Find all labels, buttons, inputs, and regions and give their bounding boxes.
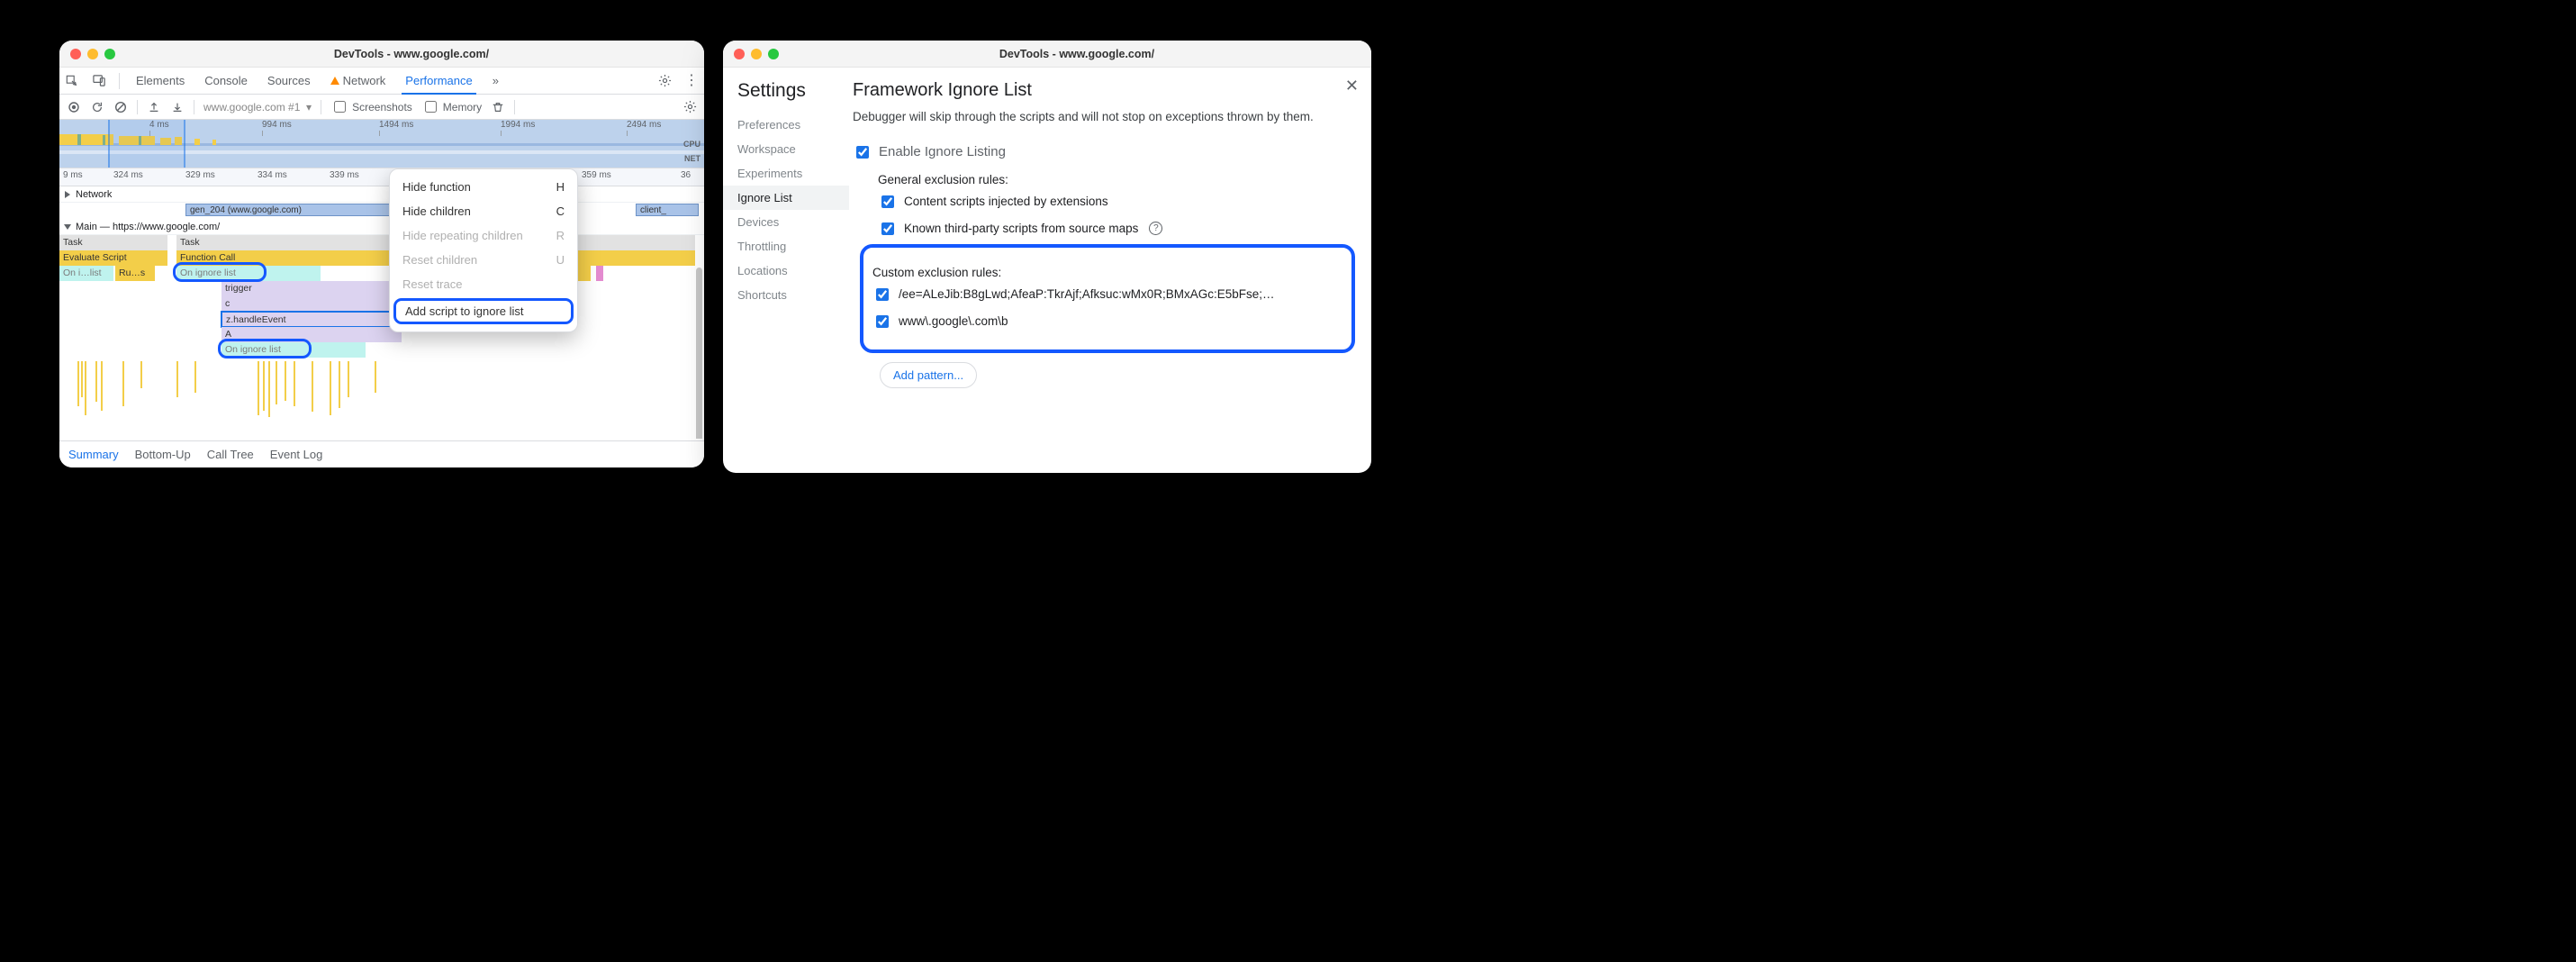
tabs-overflow[interactable]: »: [489, 68, 502, 94]
tab-elements[interactable]: Elements: [132, 68, 188, 94]
help-icon[interactable]: ?: [1149, 222, 1162, 235]
sidebar-item-locations[interactable]: Locations: [737, 259, 849, 283]
zoom-icon[interactable]: [104, 49, 115, 59]
sidebar-item-shortcuts[interactable]: Shortcuts: [737, 283, 849, 307]
settings-heading: Settings: [737, 80, 849, 102]
tab-network[interactable]: Network: [327, 68, 390, 94]
device-icon[interactable]: [92, 74, 106, 88]
network-request-bar[interactable]: gen_204 (www.google.com): [185, 204, 402, 216]
tab-performance[interactable]: Performance: [402, 68, 475, 95]
recording-select[interactable]: www.google.com #1 ▾: [203, 101, 312, 113]
ctx-hide-children[interactable]: Hide childrenC: [390, 199, 577, 223]
flame-a[interactable]: A: [221, 327, 402, 342]
overview-selection[interactable]: [108, 120, 185, 168]
time-ruler: 9 ms 324 ms 329 ms 334 ms 339 ms 359 ms …: [59, 168, 704, 186]
devtools-settings-window: DevTools - www.google.com/ Settings Pref…: [723, 41, 1371, 473]
context-menu: Hide functionH Hide childrenC Hide repea…: [389, 168, 578, 332]
sidebar-item-throttling[interactable]: Throttling: [737, 234, 849, 259]
net-label: NET: [684, 154, 700, 163]
minimize-icon[interactable]: [751, 49, 762, 59]
perf-toolbar: www.google.com #1 ▾ Screenshots Memory: [59, 95, 704, 120]
tab-sources[interactable]: Sources: [264, 68, 314, 94]
tab-event-log[interactable]: Event Log: [270, 448, 323, 461]
custom-rules-highlight: Custom exclusion rules: /ee=ALeJib:B8gLw…: [860, 244, 1355, 353]
enable-ignore-listing-checkbox[interactable]: Enable Ignore Listing: [853, 141, 1355, 164]
opt-content-scripts[interactable]: Content scripts injected by extensions: [878, 190, 1355, 213]
flame-ignore-list[interactable]: On ignore list: [221, 342, 366, 358]
general-rules-heading: General exclusion rules:: [878, 173, 1355, 186]
overview-tick: 2494 ms: [627, 120, 661, 130]
minimize-icon[interactable]: [87, 49, 98, 59]
opt-third-party-scripts[interactable]: Known third-party scripts from source ma…: [878, 217, 1355, 240]
flame-bar[interactable]: [578, 266, 591, 281]
sidebar-item-experiments[interactable]: Experiments: [737, 161, 849, 186]
overview-tick: 1994 ms: [501, 120, 535, 130]
record-icon[interactable]: [67, 100, 81, 114]
gear-icon[interactable]: [657, 74, 672, 88]
sidebar-item-preferences[interactable]: Preferences: [737, 113, 849, 137]
overview-tick: 1494 ms: [379, 120, 413, 130]
screenshots-checkbox[interactable]: Screenshots: [330, 98, 412, 115]
tab-call-tree[interactable]: Call Tree: [207, 448, 254, 461]
memory-checkbox[interactable]: Memory: [421, 98, 482, 115]
overview-minimap[interactable]: 4 ms 994 ms 1494 ms 1994 ms 2494 ms CPU …: [59, 120, 704, 168]
flame-bar[interactable]: [596, 266, 603, 281]
clear-icon[interactable]: [113, 100, 128, 114]
warning-icon: [330, 77, 339, 85]
panel-tabs: Elements Console Sources Network Perform…: [59, 68, 704, 95]
flame-ignore-list[interactable]: On i…list: [59, 266, 113, 281]
ctx-reset-trace: Reset trace: [390, 272, 577, 296]
overview-tick: 994 ms: [262, 120, 292, 130]
flame-task[interactable]: Task: [59, 235, 167, 250]
tab-bottom-up[interactable]: Bottom-Up: [135, 448, 191, 461]
page-title: Framework Ignore List: [853, 80, 1355, 101]
gc-icon[interactable]: [491, 100, 505, 114]
custom-rules-heading: Custom exclusion rules:: [872, 266, 1339, 279]
window-title: DevTools - www.google.com/: [793, 48, 1360, 60]
custom-rule-item[interactable]: www\.google\.com\b: [872, 310, 1339, 333]
kebab-icon[interactable]: ⋮: [684, 74, 699, 88]
capture-settings-gear-icon[interactable]: [682, 100, 697, 114]
tab-console[interactable]: Console: [201, 68, 251, 94]
settings-sidebar: Settings Preferences Workspace Experimen…: [723, 68, 849, 473]
window-title: DevTools - www.google.com/: [130, 48, 693, 60]
ctx-hide-function[interactable]: Hide functionH: [390, 175, 577, 199]
upload-icon[interactable]: [147, 100, 161, 114]
details-tabs: Summary Bottom-Up Call Tree Event Log: [59, 440, 704, 467]
close-icon[interactable]: [734, 49, 745, 59]
network-track-header[interactable]: Network: [59, 186, 704, 203]
ctx-reset-children: Reset childrenU: [390, 248, 577, 272]
settings-content: ✕ Framework Ignore List Debugger will sk…: [849, 68, 1371, 473]
flame-ignore-list[interactable]: On ignore list: [176, 266, 321, 281]
titlebar[interactable]: DevTools - www.google.com/: [59, 41, 704, 68]
reload-record-icon[interactable]: [90, 100, 104, 114]
titlebar[interactable]: DevTools - www.google.com/: [723, 41, 1371, 68]
custom-rule-item[interactable]: /ee=ALeJib:B8gLwd;AfeaP:TkrAjf;Afksuc:wM…: [872, 283, 1339, 306]
close-settings-icon[interactable]: ✕: [1345, 77, 1359, 95]
cpu-label: CPU: [683, 140, 700, 149]
flame-run[interactable]: Ru…s: [115, 266, 155, 281]
ctx-hide-repeating: Hide repeating childrenR: [390, 223, 577, 248]
ctx-add-to-ignore-list[interactable]: Add script to ignore list: [393, 298, 574, 324]
close-icon[interactable]: [70, 49, 81, 59]
page-description: Debugger will skip through the scripts a…: [853, 108, 1321, 126]
tab-summary[interactable]: Summary: [68, 448, 119, 461]
sidebar-item-devices[interactable]: Devices: [737, 210, 849, 234]
flame-chart[interactable]: 9 ms 324 ms 329 ms 334 ms 339 ms 359 ms …: [59, 168, 704, 439]
inspect-icon[interactable]: [65, 74, 79, 88]
network-request-bar[interactable]: client_: [636, 204, 699, 216]
flame-evaluate-script[interactable]: Evaluate Script: [59, 250, 167, 266]
sidebar-item-ignore-list[interactable]: Ignore List: [723, 186, 849, 210]
devtools-performance-window: DevTools - www.google.com/ Elements Cons…: [59, 41, 704, 467]
download-icon[interactable]: [170, 100, 185, 114]
sidebar-item-workspace[interactable]: Workspace: [737, 137, 849, 161]
scrollbar[interactable]: [696, 268, 702, 439]
add-pattern-button[interactable]: Add pattern...: [880, 362, 977, 388]
main-track-header[interactable]: Main — https://www.google.com/: [59, 219, 704, 235]
zoom-icon[interactable]: [768, 49, 779, 59]
